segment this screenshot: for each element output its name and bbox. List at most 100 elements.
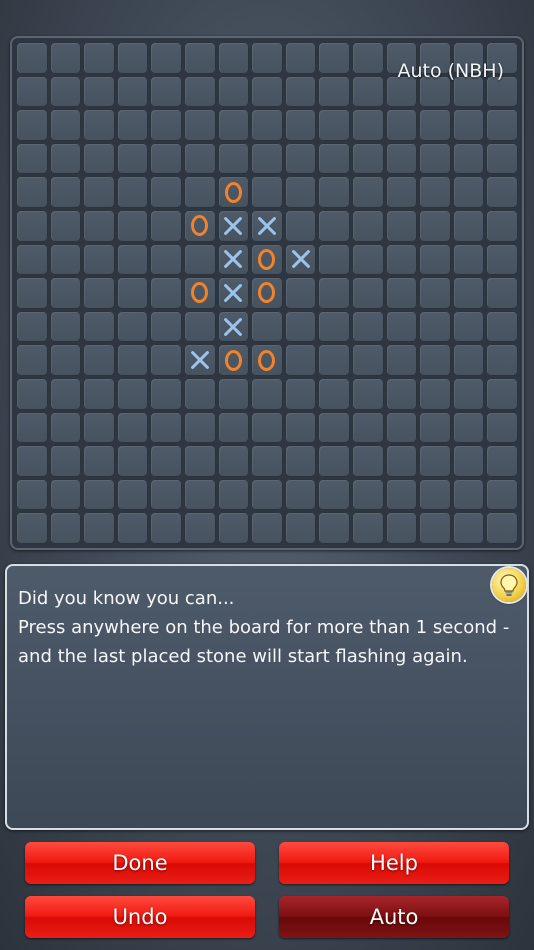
board-cell[interactable] [251, 277, 283, 309]
board-cell[interactable] [318, 277, 350, 309]
board-cell[interactable] [184, 75, 216, 108]
board-cell[interactable] [284, 142, 317, 175]
board-cell[interactable] [352, 109, 384, 141]
board-cell[interactable] [452, 176, 485, 208]
board-cell[interactable] [284, 109, 317, 141]
board-cell[interactable] [284, 176, 317, 208]
board-cell[interactable] [83, 42, 115, 74]
board-cell[interactable] [452, 142, 485, 175]
board-cell[interactable] [284, 277, 317, 309]
board-cell[interactable] [217, 411, 250, 444]
board-cell[interactable] [150, 445, 182, 477]
board-cell[interactable] [184, 411, 216, 444]
board-cell[interactable] [318, 176, 350, 208]
board-cell[interactable] [284, 478, 317, 511]
board-cell[interactable] [49, 75, 82, 108]
board-cell[interactable] [352, 512, 384, 544]
board-cell[interactable] [486, 142, 518, 175]
board-cell[interactable] [150, 210, 182, 242]
board-cell[interactable] [16, 75, 48, 108]
board-cell[interactable] [83, 176, 115, 208]
board-cell[interactable] [452, 378, 485, 410]
board-cell[interactable] [486, 512, 518, 544]
board-cell[interactable] [251, 42, 283, 74]
board-cell[interactable] [83, 75, 115, 108]
board-cell[interactable] [217, 445, 250, 477]
board-cell[interactable] [352, 75, 384, 108]
board-cell[interactable] [419, 344, 451, 376]
board-cell[interactable] [318, 478, 350, 511]
board-cell[interactable] [150, 42, 182, 74]
board-cell[interactable] [251, 478, 283, 511]
board-cell[interactable] [419, 512, 451, 544]
board-cell[interactable] [452, 445, 485, 477]
board-cell[interactable] [217, 512, 250, 544]
board-cell[interactable] [284, 310, 317, 343]
undo-button[interactable]: Undo [25, 896, 255, 938]
board-cell[interactable] [318, 344, 350, 376]
board-cell[interactable] [318, 109, 350, 141]
board-cell[interactable] [150, 512, 182, 544]
board-cell[interactable] [150, 109, 182, 141]
board-cell[interactable] [49, 411, 82, 444]
board-cell[interactable] [16, 310, 48, 343]
board-cell[interactable] [217, 478, 250, 511]
board-cell[interactable] [352, 411, 384, 444]
board-cell[interactable] [184, 344, 216, 376]
board-cell[interactable] [16, 42, 48, 74]
board-cell[interactable] [385, 445, 418, 477]
board-cell[interactable] [385, 142, 418, 175]
board-cell[interactable] [352, 277, 384, 309]
board-cell[interactable] [116, 277, 149, 309]
board-cell[interactable] [83, 512, 115, 544]
board-cell[interactable] [352, 42, 384, 74]
board-cell[interactable] [318, 445, 350, 477]
board-cell[interactable] [49, 512, 82, 544]
board-cell[interactable] [352, 378, 384, 410]
board-cell[interactable] [452, 478, 485, 511]
board-cell[interactable] [150, 277, 182, 309]
board-cell[interactable] [284, 75, 317, 108]
board-cell[interactable] [116, 210, 149, 242]
board-cell[interactable] [251, 378, 283, 410]
board-cell[interactable] [16, 210, 48, 242]
game-board[interactable] [16, 42, 518, 544]
board-cell[interactable] [486, 109, 518, 141]
board-cell[interactable] [486, 176, 518, 208]
board-cell[interactable] [217, 243, 250, 276]
board-cell[interactable] [385, 210, 418, 242]
board-cell[interactable] [116, 445, 149, 477]
board-cell[interactable] [352, 445, 384, 477]
board-cell[interactable] [116, 478, 149, 511]
board-cell[interactable] [452, 512, 485, 544]
board-cell[interactable] [452, 277, 485, 309]
board-cell[interactable] [352, 142, 384, 175]
board-cell[interactable] [49, 176, 82, 208]
board-cell[interactable] [318, 411, 350, 444]
board-cell[interactable] [16, 344, 48, 376]
board-cell[interactable] [352, 176, 384, 208]
board-cell[interactable] [150, 243, 182, 276]
board-cell[interactable] [49, 378, 82, 410]
board-cell[interactable] [116, 142, 149, 175]
board-cell[interactable] [385, 512, 418, 544]
board-cell[interactable] [452, 109, 485, 141]
board-cell[interactable] [251, 142, 283, 175]
board-cell[interactable] [284, 344, 317, 376]
board-cell[interactable] [419, 210, 451, 242]
board-cell[interactable] [217, 378, 250, 410]
board-cell[interactable] [83, 310, 115, 343]
board-cell[interactable] [385, 310, 418, 343]
board-cell[interactable] [16, 512, 48, 544]
board-cell[interactable] [385, 344, 418, 376]
board-cell[interactable] [49, 344, 82, 376]
board-cell[interactable] [419, 277, 451, 309]
board-cell[interactable] [385, 478, 418, 511]
board-cell[interactable] [16, 478, 48, 511]
lightbulb-icon[interactable] [492, 568, 526, 602]
board-cell[interactable] [150, 344, 182, 376]
board-cell[interactable] [49, 445, 82, 477]
board-cell[interactable] [251, 210, 283, 242]
board-cell[interactable] [385, 109, 418, 141]
board-cell[interactable] [486, 310, 518, 343]
